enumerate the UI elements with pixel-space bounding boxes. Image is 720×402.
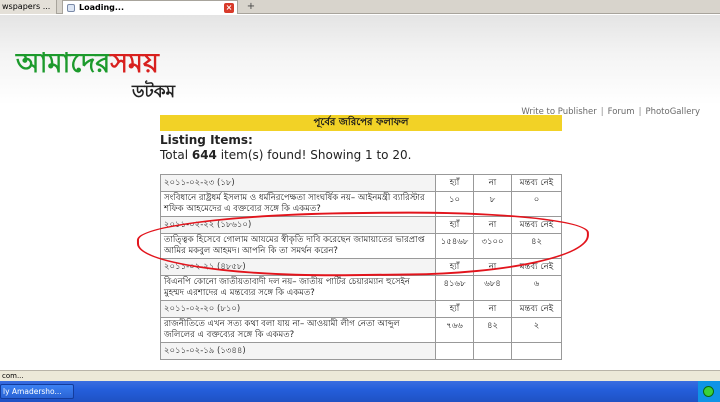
- yes-count: ৭৬৬: [435, 317, 474, 343]
- poll-date-row: ২০১১-০২-২১ (৪৮৫৮) হ্যাঁ না মন্তব্য নেই: [160, 258, 562, 276]
- no-comment-header: [511, 342, 562, 360]
- taskbar-window-button[interactable]: ly Amadersho...: [0, 384, 74, 399]
- system-tray: [698, 381, 720, 402]
- poll-question: সংবিধানে রাষ্ট্রধর্ম ইসলাম ও ধর্মনিরপেক্…: [160, 191, 436, 217]
- yes-header: হ্যাঁ: [435, 300, 474, 318]
- no-comment-count: ০: [511, 191, 562, 217]
- no-count: ৮: [473, 191, 512, 217]
- listing-total-suffix: item(s) found! Showing 1 to 20.: [216, 148, 412, 162]
- poll-row: বিএনপি কোনো জাতীয়তাবাদী দল নয়– জাতীয় …: [160, 275, 562, 301]
- no-count: ৬৮৪: [473, 275, 512, 301]
- no-header: না: [473, 174, 512, 192]
- yes-header: হ্যাঁ: [435, 216, 474, 234]
- no-header: না: [473, 216, 512, 234]
- poll-results-section: পূর্বের জরিপের ফলাফল Listing Items: Tota…: [160, 115, 562, 360]
- browser-status-bar: com...: [0, 370, 720, 381]
- poll-table: ২০১১-০২-২৩ (১৮) হ্যাঁ না মন্তব্য নেই সংব…: [160, 174, 562, 360]
- tray-status-icon[interactable]: [703, 386, 714, 397]
- no-comment-header: মন্তব্য নেই: [511, 258, 562, 276]
- poll-date: ২০১১-০২-২২ (১৮৬১০): [160, 216, 436, 234]
- poll-date: ২০১১-০২-২০ (৮১০): [160, 300, 436, 318]
- tab-loading[interactable]: Loading... ×: [62, 0, 238, 14]
- yes-count: ৪১৬৮: [435, 275, 474, 301]
- link-separator: |: [638, 107, 642, 117]
- yes-header: হ্যাঁ: [435, 258, 474, 276]
- poll-date: ২০১১-০২-১৯ (১৩৪৪): [160, 342, 436, 360]
- logo-green-text: আমাদের: [16, 48, 111, 79]
- poll-row: রাজনীতিতে এখন সত্য কথা বলা যায় না– আওয়…: [160, 317, 562, 343]
- close-tab-icon[interactable]: ×: [224, 3, 234, 13]
- poll-date-row: ২০১১-০২-২২ (১৮৬১০) হ্যাঁ না মন্তব্য নেই: [160, 216, 562, 234]
- poll-date-row: ২০১১-০২-১৯ (১৩৪৪): [160, 342, 562, 360]
- poll-date-row: ২০১১-০২-২৩ (১৮) হ্যাঁ না মন্তব্য নেই: [160, 174, 562, 192]
- poll-date: ২০১১-০২-২৩ (১৮): [160, 174, 436, 192]
- windows-taskbar: ly Amadersho...: [0, 381, 720, 402]
- no-comment-header: মন্তব্য নেই: [511, 216, 562, 234]
- poll-date: ২০১১-০২-২১ (৪৮৫৮): [160, 258, 436, 276]
- yes-header: [435, 342, 474, 360]
- yes-count: ১৫৪৬৮: [435, 233, 474, 259]
- status-text: com...: [2, 372, 24, 380]
- new-tab-icon[interactable]: +: [244, 1, 258, 13]
- web-page: আমাদেরসময় ডটকম Write to Publisher | Forum…: [0, 15, 720, 370]
- page-icon: [67, 4, 75, 12]
- tab-loading-label: Loading...: [79, 3, 124, 12]
- no-comment-count: ২: [511, 317, 562, 343]
- logo-red-text: সময়: [110, 48, 159, 79]
- listing-title: Listing Items:: [160, 133, 253, 147]
- section-title: পূর্বের জরিপের ফলাফল: [160, 115, 562, 131]
- link-forum[interactable]: Forum: [608, 107, 635, 117]
- no-comment-header: মন্তব্য নেই: [511, 174, 562, 192]
- poll-row: সংবিধানে রাষ্ট্রধর্ম ইসলাম ও ধর্মনিরপেক্…: [160, 191, 562, 217]
- no-comment-header: মন্তব্য নেই: [511, 300, 562, 318]
- logo-subtext: ডটকম: [132, 82, 176, 102]
- poll-question: তাত্ত্বিক হিসেবে গোলাম আযমের স্বীকৃতি দা…: [160, 233, 436, 259]
- no-header: না: [473, 300, 512, 318]
- tab-newspapers[interactable]: wspapers ...: [0, 0, 57, 14]
- poll-row: তাত্ত্বিক হিসেবে গোলাম আযমের স্বীকৃতি দা…: [160, 233, 562, 259]
- no-count: ৪২: [473, 317, 512, 343]
- logo-text: আমাদেরসময়: [16, 47, 159, 81]
- site-logo[interactable]: আমাদেরসময় ডটকম: [16, 47, 228, 109]
- no-header: না: [473, 258, 512, 276]
- browser-tab-bar: wspapers ... Loading... × +: [0, 0, 720, 14]
- yes-header: হ্যাঁ: [435, 174, 474, 192]
- no-count: ৩১০০: [473, 233, 512, 259]
- no-comment-count: ৪২: [511, 233, 562, 259]
- link-separator: |: [600, 107, 604, 117]
- listing-total-prefix: Total: [160, 148, 192, 162]
- no-comment-count: ৬: [511, 275, 562, 301]
- no-header: [473, 342, 512, 360]
- link-photogallery[interactable]: PhotoGallery: [645, 107, 700, 117]
- poll-date-row: ২০১১-০২-২০ (৮১০) হ্যাঁ না মন্তব্য নেই: [160, 300, 562, 318]
- listing-total-count: 644: [191, 148, 217, 162]
- yes-count: ১০: [435, 191, 474, 217]
- poll-question: রাজনীতিতে এখন সত্য কথা বলা যায় না– আওয়…: [160, 317, 436, 343]
- listing-total: Total 644 item(s) found! Showing 1 to 20…: [160, 148, 562, 162]
- poll-question: বিএনপি কোনো জাতীয়তাবাদী দল নয়– জাতীয় …: [160, 275, 436, 301]
